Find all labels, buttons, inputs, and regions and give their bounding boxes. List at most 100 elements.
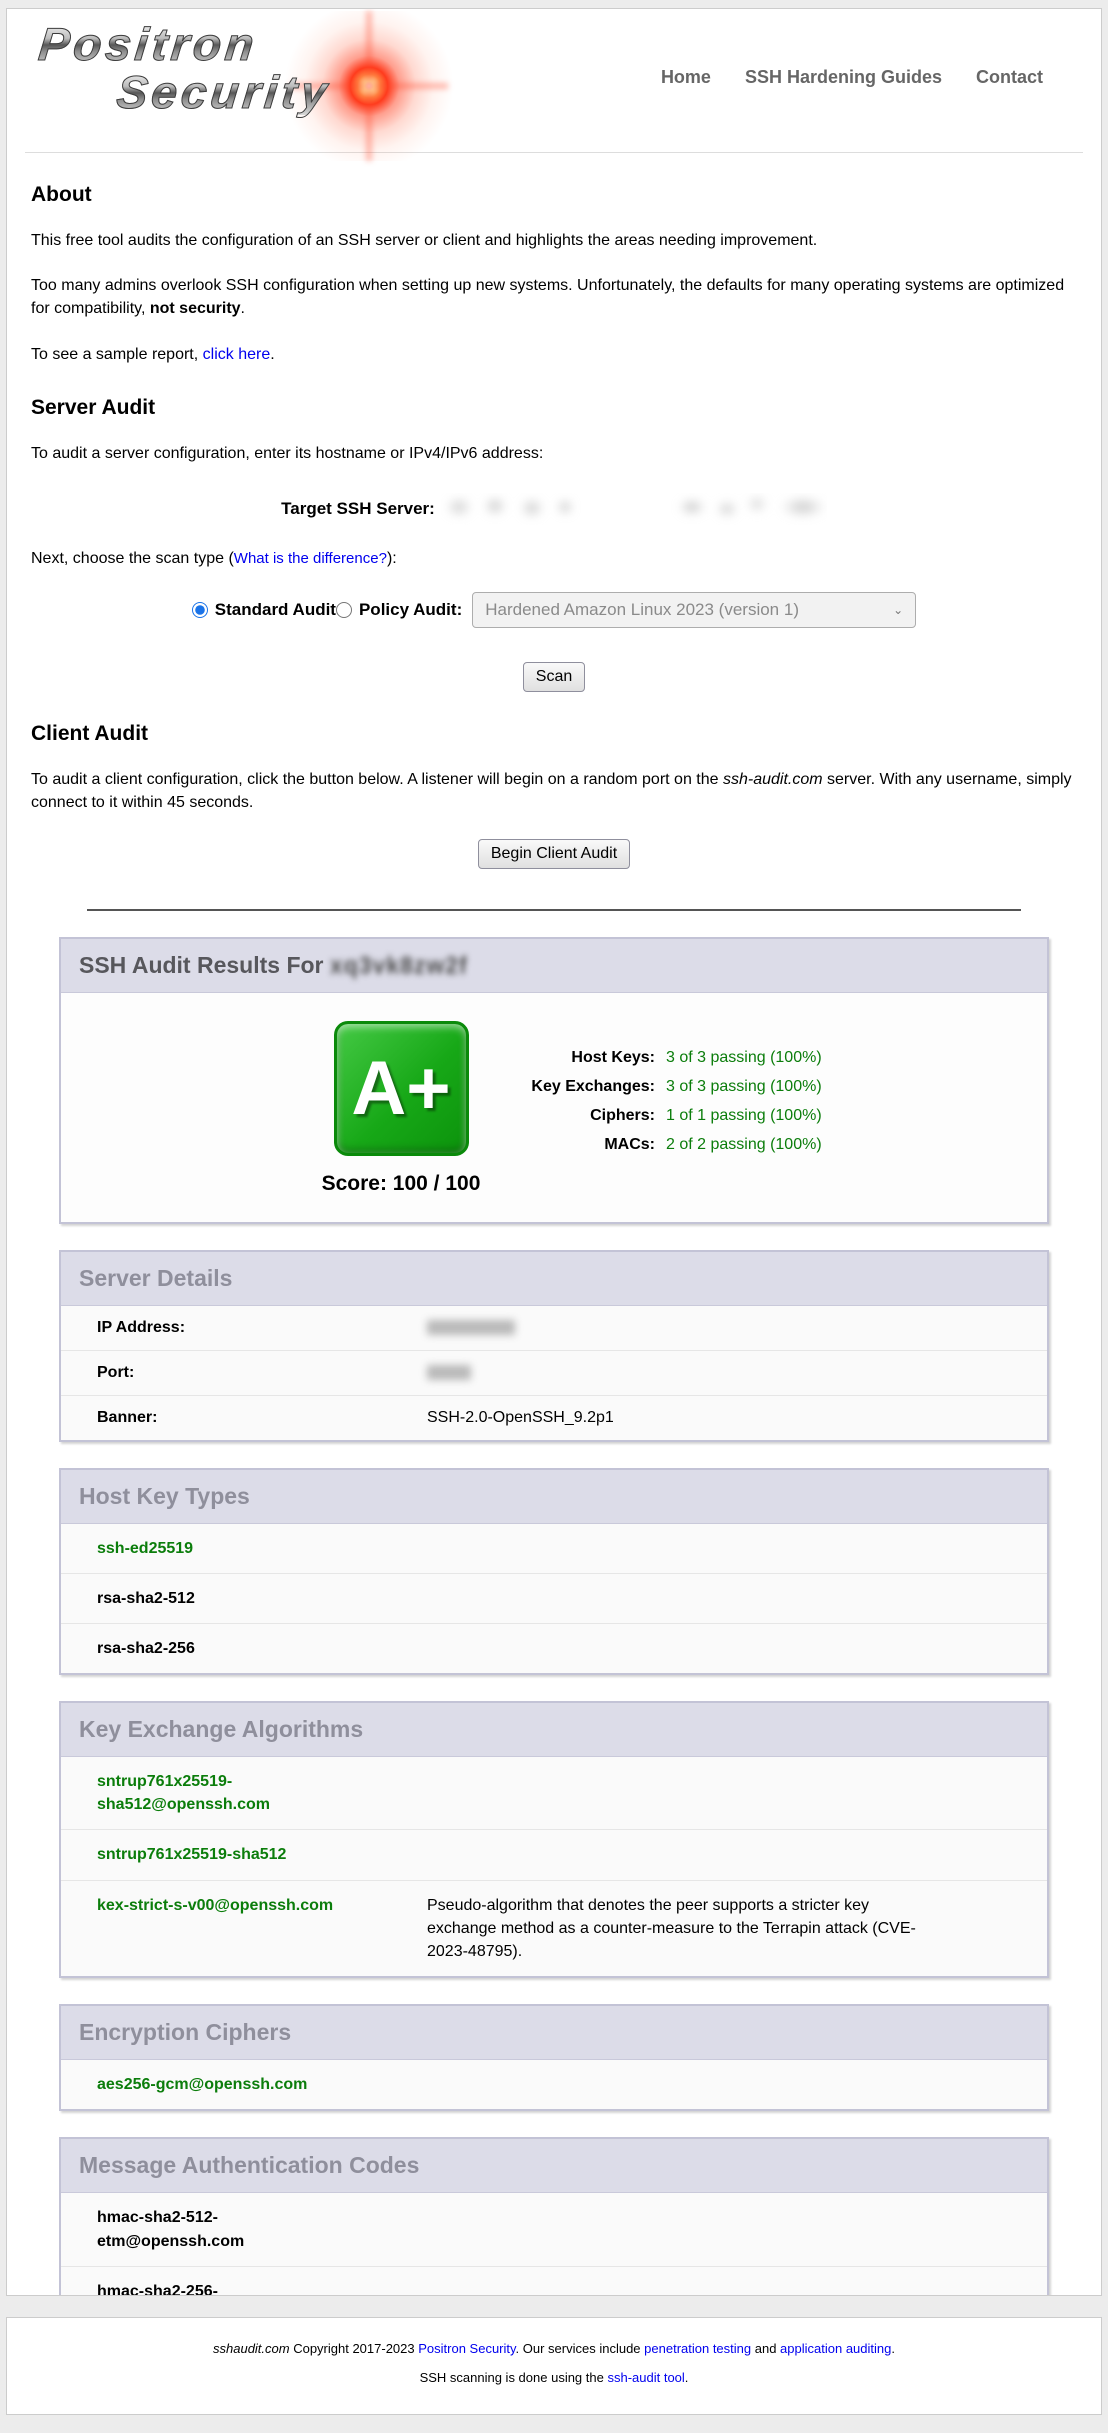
target-server-label: Target SSH Server: (281, 499, 435, 519)
stat-row: MACs: 2 of 2 passing (100%) (505, 1130, 822, 1159)
stat-value: 2 of 2 passing (100%) (655, 1130, 822, 1159)
stat-label: Key Exchanges: (505, 1072, 655, 1101)
chevron-down-icon: ⌄ (893, 603, 903, 617)
table-row: Port: (61, 1351, 1047, 1396)
client-audit-domain: ssh-audit.com (723, 771, 823, 788)
sample-report-text: To see a sample report, (31, 346, 203, 363)
client-audit-heading: Client Audit (31, 722, 1077, 746)
key-exchange-title: Key Exchange Algorithms (61, 1703, 1047, 1757)
nav-contact[interactable]: Contact (976, 67, 1043, 88)
footer-positron-link[interactable]: Positron Security (418, 2341, 515, 2356)
algorithm-name: hmac-sha2-256-etm@openssh.com (61, 2280, 427, 2296)
nav-home[interactable]: Home (661, 67, 711, 88)
footer-sshaudit-tool-link[interactable]: ssh-audit tool (607, 2370, 684, 2385)
table-row: sntrup761x25519-sha512 (61, 1830, 1047, 1880)
page: { "brand": { "line1": "Positron", "line2… (0, 0, 1108, 2433)
footer-text: Copyright 2017-2023 (290, 2341, 419, 2356)
redacted-port-blur (427, 1365, 471, 1380)
standard-audit-label: Standard Audit (215, 600, 336, 620)
site-header: Positron Security Home SSH Hardening Gui… (25, 9, 1083, 153)
detail-value: SSH-2.0-OpenSSH_9.2p1 (427, 1409, 614, 1427)
algorithm-name: hmac-sha2-512-etm@openssh.com (61, 2206, 427, 2252)
scan-type-difference-link[interactable]: What is the difference? (234, 550, 387, 567)
server-audit-heading: Server Audit (31, 396, 1077, 420)
client-audit-text: To audit a client configuration, click t… (31, 771, 723, 788)
client-audit-paragraph: To audit a client configuration, click t… (31, 768, 1077, 814)
scan-button[interactable]: Scan (523, 662, 585, 692)
sample-report-link[interactable]: click here (203, 346, 271, 363)
host-key-types-title: Host Key Types (61, 1470, 1047, 1524)
detail-value-redacted (427, 1364, 471, 1382)
target-server-row: Target SSH Server: (31, 493, 1077, 525)
policy-audit-label: Policy Audit: (359, 600, 462, 620)
detail-label: Port: (61, 1364, 427, 1382)
stat-value: 3 of 3 passing (100%) (655, 1043, 822, 1072)
scan-button-row: Scan (31, 662, 1077, 692)
results-title-prefix: SSH Audit Results For (79, 952, 330, 978)
sample-report-period: . (270, 346, 274, 363)
footer-text: and (751, 2341, 780, 2356)
grade-column: A+ Score: 100 / 100 (301, 1021, 501, 1196)
scan-type-row: Standard Audit Policy Audit: Hardened Am… (31, 592, 1077, 628)
footer-appaudit-link[interactable]: application auditing (780, 2341, 891, 2356)
stat-value: 3 of 3 passing (100%) (655, 1072, 822, 1101)
algorithm-name: sntrup761x25519-sha512@openssh.com (61, 1770, 427, 1816)
audit-results-panel: SSH Audit Results For xq3vk8zw2f A+ Scor… (59, 937, 1049, 1224)
about-p2-bold: not security (150, 300, 241, 317)
results-body: A+ Score: 100 / 100 Host Keys: 3 of 3 pa… (61, 993, 1047, 1222)
algorithm-name: aes256-gcm@openssh.com (61, 2073, 427, 2096)
table-row: hmac-sha2-256-etm@openssh.com (61, 2267, 1047, 2296)
stat-label: Ciphers: (505, 1101, 655, 1130)
footer-text: SSH scanning is done using the (420, 2370, 608, 2385)
algorithm-name: kex-strict-s-v00@openssh.com (61, 1894, 427, 1917)
grade-badge: A+ (334, 1021, 469, 1156)
redacted-ip-blur (427, 1320, 515, 1335)
policy-audit-radio[interactable] (336, 602, 352, 618)
about-paragraph-1: This free tool audits the configuration … (31, 229, 1077, 252)
algorithm-name: sntrup761x25519-sha512 (61, 1843, 427, 1866)
main-content-card: Positron Security Home SSH Hardening Gui… (6, 8, 1102, 2296)
algorithm-name: rsa-sha2-256 (61, 1637, 427, 1660)
site-footer: sshaudit.com Copyright 2017-2023 Positro… (6, 2317, 1102, 2415)
server-audit-intro: To audit a server configuration, enter i… (31, 442, 1077, 465)
logo-line1: Positron (37, 21, 482, 67)
standard-audit-radio[interactable] (192, 602, 208, 618)
redacted-hostname: xq3vk8zw2f (330, 951, 468, 979)
table-row: sntrup761x25519-sha512@openssh.com (61, 1757, 1047, 1830)
table-row: kex-strict-s-v00@openssh.com Pseudo-algo… (61, 1881, 1047, 1977)
table-row: Banner: SSH-2.0-OpenSSH_9.2p1 (61, 1396, 1047, 1440)
table-row: ssh-ed25519 (61, 1524, 1047, 1574)
macs-title: Message Authentication Codes (61, 2139, 1047, 2193)
main-nav: Home SSH Hardening Guides Contact (661, 67, 1043, 88)
nav-ssh-hardening-guides[interactable]: SSH Hardening Guides (745, 67, 942, 88)
footer-line-1: sshaudit.com Copyright 2017-2023 Positro… (7, 2341, 1101, 2356)
scan-type-line: Next, choose the scan type (What is the … (31, 547, 1077, 570)
score-label: Score: 100 / 100 (322, 1172, 481, 1196)
scan-type-text-after: ): (387, 550, 397, 567)
policy-select[interactable]: Hardened Amazon Linux 2023 (version 1) ⌄ (472, 592, 916, 628)
encryption-ciphers-title: Encryption Ciphers (61, 2006, 1047, 2060)
section-divider (87, 909, 1021, 911)
table-row: rsa-sha2-256 (61, 1624, 1047, 1673)
positron-security-logo[interactable]: Positron Security (39, 21, 479, 146)
table-row: aes256-gcm@openssh.com (61, 2060, 1047, 2109)
redacted-hostname-blur (441, 493, 827, 525)
macs-panel: Message Authentication Codes hmac-sha2-5… (59, 2137, 1049, 2296)
audit-results-title: SSH Audit Results For xq3vk8zw2f (61, 939, 1047, 993)
client-audit-button-row: Begin Client Audit (31, 839, 1077, 869)
stat-row: Host Keys: 3 of 3 passing (100%) (505, 1043, 822, 1072)
about-heading: About (31, 183, 1077, 207)
detail-label: Banner: (61, 1409, 427, 1427)
about-paragraph-2: Too many admins overlook SSH configurati… (31, 274, 1077, 320)
footer-pentest-link[interactable]: penetration testing (644, 2341, 751, 2356)
server-details-title: Server Details (61, 1252, 1047, 1306)
about-paragraph-3: To see a sample report, click here. (31, 343, 1077, 366)
footer-text: . (891, 2341, 895, 2356)
stat-label: MACs: (505, 1130, 655, 1159)
footer-domain: sshaudit.com (213, 2341, 290, 2356)
table-row: IP Address: (61, 1306, 1047, 1351)
target-ssh-server-input[interactable] (441, 493, 827, 525)
stat-label: Host Keys: (505, 1043, 655, 1072)
server-details-panel: Server Details IP Address: Port: Banner:… (59, 1250, 1049, 1442)
begin-client-audit-button[interactable]: Begin Client Audit (478, 839, 630, 869)
